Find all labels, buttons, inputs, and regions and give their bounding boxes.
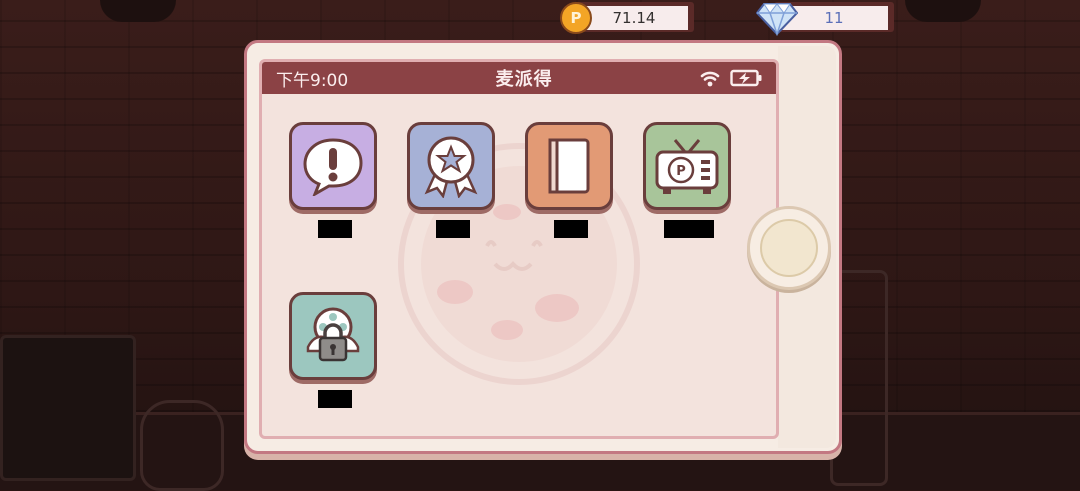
- coin-value: 71.14: [580, 6, 688, 30]
- coin-box: 71.14: [574, 2, 694, 32]
- phone-screen: 下午9:00 麦派得 P: [259, 59, 779, 439]
- app-label: [554, 220, 588, 238]
- phone-device: 下午9:00 麦派得 P: [244, 40, 842, 454]
- app-tile[interactable]: P: [643, 122, 731, 210]
- app-locked[interactable]: [289, 292, 381, 408]
- app-tile[interactable]: [289, 122, 377, 210]
- coin-counter: P 71.14: [560, 0, 702, 40]
- cash-register: [0, 335, 136, 481]
- wifi-icon: [700, 69, 720, 87]
- battery-charging-icon: [730, 69, 762, 87]
- award-ribbon-icon: [424, 136, 478, 198]
- home-button[interactable]: [747, 206, 831, 290]
- app-tile[interactable]: [525, 122, 613, 210]
- status-bar: 下午9:00 麦派得: [262, 62, 776, 94]
- svg-text:P: P: [676, 164, 686, 179]
- ceiling-lamp: [905, 0, 981, 22]
- app-label: [664, 220, 714, 238]
- status-title: 麦派得: [495, 69, 553, 90]
- app-recipes[interactable]: [525, 122, 617, 238]
- app-tile[interactable]: [407, 122, 495, 210]
- ceiling-lamp: [100, 0, 176, 22]
- home-button-inner: [760, 219, 818, 277]
- coin-icon: P: [560, 2, 592, 34]
- locked-film-icon: [306, 307, 360, 362]
- exclamation-bubble-icon: [303, 138, 363, 196]
- status-icons: [700, 69, 762, 87]
- app-label: [318, 390, 352, 408]
- app-achievements[interactable]: [407, 122, 499, 238]
- book-icon: [548, 138, 590, 194]
- gem-counter: 11: [756, 0, 902, 40]
- tv-icon: P: [655, 139, 719, 194]
- app-messages[interactable]: [289, 122, 381, 238]
- diamond-icon: [756, 3, 798, 36]
- app-tile[interactable]: [289, 292, 377, 380]
- app-label: [318, 220, 352, 238]
- app-label: [436, 220, 470, 238]
- status-time: 下午9:00: [276, 70, 349, 91]
- tip-jar: [140, 400, 224, 491]
- app-tv[interactable]: P: [643, 122, 735, 238]
